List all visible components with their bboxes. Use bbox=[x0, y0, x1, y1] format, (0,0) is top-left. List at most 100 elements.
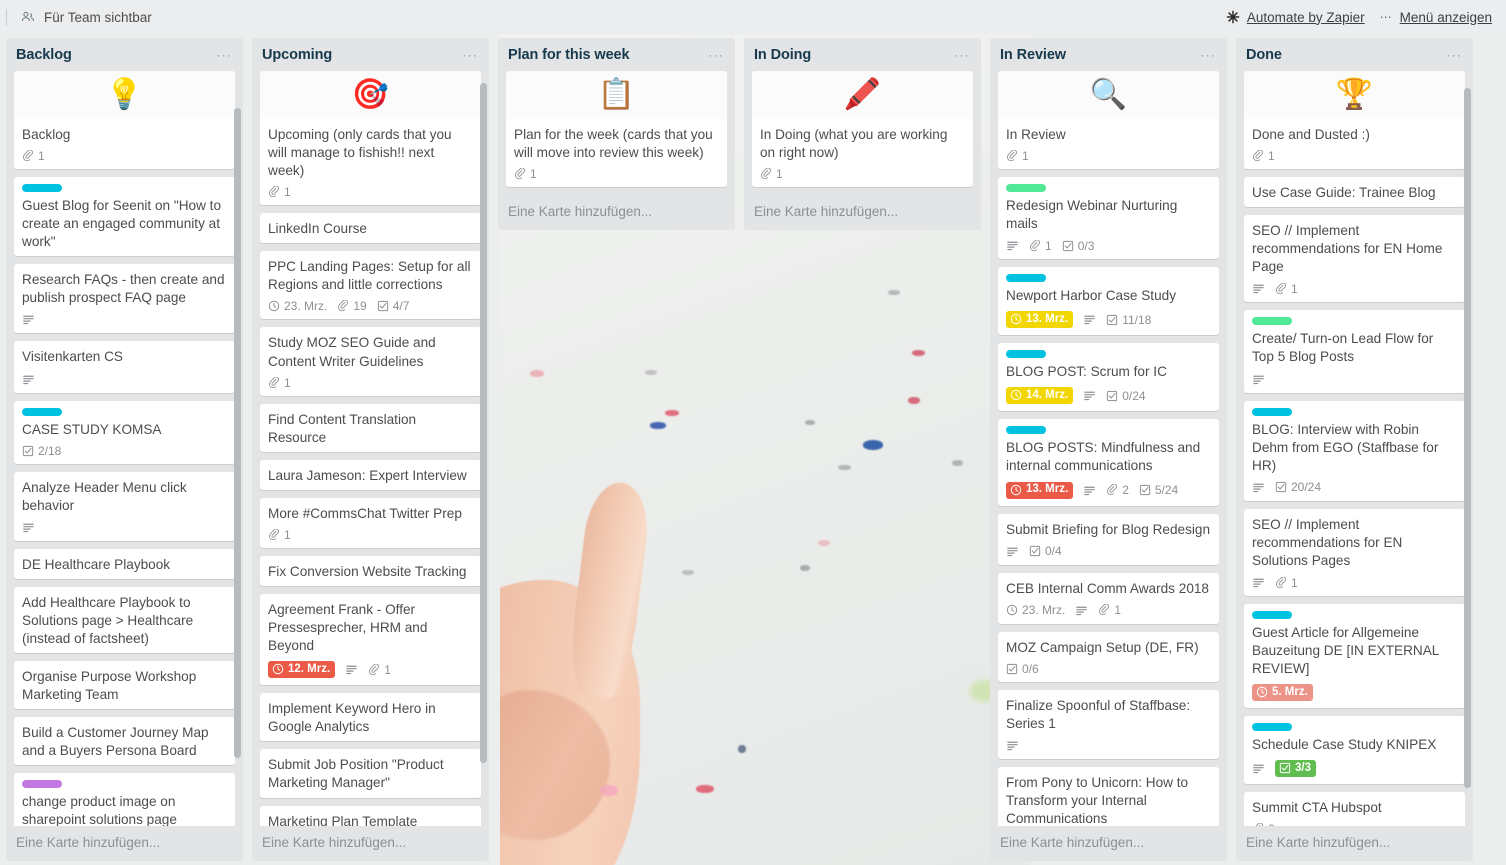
card[interactable]: Marketing Plan Template bbox=[260, 805, 481, 826]
card[interactable]: From Pony to Unicorn: How to Transform y… bbox=[998, 766, 1219, 826]
badge-checklist: 5/24 bbox=[1139, 484, 1178, 496]
card[interactable]: Find Content Translation Resource bbox=[260, 403, 481, 452]
card[interactable]: Create/ Turn-on Lead Flow for Top 5 Blog… bbox=[1244, 310, 1465, 393]
card[interactable]: 🖍️ In Doing (what you are working on righ… bbox=[752, 71, 973, 188]
list-scrollbar[interactable] bbox=[480, 83, 487, 763]
list-menu-button[interactable]: ··· bbox=[1443, 48, 1465, 62]
card-title: Guest Article for Allgemeine Bauzeitung … bbox=[1252, 625, 1439, 677]
checklist-icon bbox=[22, 445, 34, 457]
card[interactable]: Visitenkarten CS bbox=[14, 341, 235, 393]
card[interactable]: CASE STUDY KOMSA 2/18 bbox=[14, 400, 235, 464]
due-date-text: 13. Mrz. bbox=[1026, 482, 1069, 495]
card[interactable]: 🏆 Done and Dusted :) 1 bbox=[1244, 71, 1465, 170]
card[interactable]: BLOG POST: Scrum for IC 14. Mrz. 0/24 bbox=[998, 343, 1219, 412]
card-label-green[interactable] bbox=[1006, 184, 1046, 193]
card-title: CASE STUDY KOMSA bbox=[22, 421, 162, 437]
card-body: Visitenkarten CS bbox=[14, 341, 235, 392]
card[interactable]: SEO // Implement recommendations for EN … bbox=[1244, 508, 1465, 597]
card[interactable]: DE Healthcare Playbook bbox=[14, 548, 235, 579]
add-card-button[interactable]: Eine Karte hinzufügen... bbox=[990, 826, 1227, 861]
card[interactable]: Guest Article for Allgemeine Bauzeitung … bbox=[1244, 604, 1465, 709]
card[interactable]: CEB Internal Comm Awards 2018 23. Mrz. 1 bbox=[998, 572, 1219, 624]
card-label-cyan[interactable] bbox=[1006, 350, 1046, 359]
card[interactable]: Analyze Header Menu click behavior bbox=[14, 471, 235, 541]
list-scrollbar[interactable] bbox=[234, 108, 241, 758]
card-label-cyan[interactable] bbox=[22, 407, 62, 416]
card[interactable]: Redesign Webinar Nurturing mails 1 0/3 bbox=[998, 177, 1219, 260]
card[interactable]: 💡 Backlog 1 bbox=[14, 71, 235, 170]
card[interactable]: 🎯 Upcoming (only cards that you will mana… bbox=[260, 71, 481, 206]
list-title[interactable]: Backlog bbox=[16, 47, 72, 63]
add-card-button[interactable]: Eine Karte hinzufügen... bbox=[744, 195, 981, 230]
card[interactable]: More #CommsChat Twitter Prep 1 bbox=[260, 497, 481, 548]
card[interactable]: Add Healthcare Playbook to Solutions pag… bbox=[14, 586, 235, 654]
list-title[interactable]: In Doing bbox=[754, 47, 811, 63]
card[interactable]: 📋 Plan for the week (cards that you will … bbox=[506, 71, 727, 188]
card-title: MOZ Campaign Setup (DE, FR) bbox=[1006, 639, 1199, 655]
card[interactable]: Implement Keyword Hero in Google Analyti… bbox=[260, 693, 481, 742]
card[interactable]: SEO // Implement recommendations for EN … bbox=[1244, 215, 1465, 303]
card-label-cyan[interactable] bbox=[1006, 274, 1046, 283]
card[interactable]: change product image on sharepoint solut… bbox=[14, 773, 235, 826]
list-in-review: In Review ··· 🔍 In Review 1 Redesign Webinar … bbox=[990, 38, 1227, 861]
description-icon bbox=[1083, 389, 1096, 402]
show-menu-button[interactable]: ⋯ Menü anzeigen bbox=[1380, 10, 1492, 25]
card[interactable]: Study MOZ SEO Guide and Content Writer G… bbox=[260, 327, 481, 396]
due-date-text: 12. Mrz. bbox=[288, 662, 331, 675]
list-menu-button[interactable]: ··· bbox=[459, 48, 481, 62]
card[interactable]: 🔍 In Review 1 bbox=[998, 71, 1219, 170]
card[interactable]: Schedule Case Study KNIPEX 3/3 bbox=[1244, 716, 1465, 785]
card[interactable]: Summit CTA Hubspot2 bbox=[1244, 792, 1465, 826]
card[interactable]: Fix Conversion Website Tracking bbox=[260, 555, 481, 587]
checklist-count: 20/24 bbox=[1291, 480, 1322, 495]
list-menu-button[interactable]: ··· bbox=[951, 48, 973, 62]
list-title[interactable]: Done bbox=[1246, 47, 1282, 63]
card-label-cyan[interactable] bbox=[1006, 426, 1046, 435]
list-title[interactable]: Plan for this week bbox=[508, 47, 630, 63]
badge-attachment: 1 bbox=[1252, 150, 1275, 162]
list-menu-button[interactable]: ··· bbox=[705, 48, 727, 62]
card-label-cyan[interactable] bbox=[1252, 407, 1292, 416]
list-title[interactable]: In Review bbox=[1000, 47, 1066, 63]
add-card-button[interactable]: Eine Karte hinzufügen... bbox=[6, 826, 243, 861]
card[interactable]: LinkedIn Course bbox=[260, 213, 481, 244]
list-menu-button[interactable]: ··· bbox=[213, 48, 235, 62]
attachment-icon bbox=[514, 168, 526, 180]
card[interactable]: Research FAQs - then create and publish … bbox=[14, 264, 235, 334]
card[interactable]: Use Case Guide: Trainee Blog bbox=[1244, 177, 1465, 208]
description-icon bbox=[22, 521, 35, 534]
card-label-purple[interactable] bbox=[22, 780, 62, 789]
card[interactable]: BLOG: Interview with Robin Dehm from EGO… bbox=[1244, 400, 1465, 501]
list-menu-button[interactable]: ··· bbox=[1197, 48, 1219, 62]
card-body: In Review 1 bbox=[998, 119, 1219, 169]
card[interactable]: MOZ Campaign Setup (DE, FR) 0/6 bbox=[998, 631, 1219, 682]
add-card-button[interactable]: Eine Karte hinzufügen... bbox=[252, 826, 489, 861]
add-card-button[interactable]: Eine Karte hinzufügen... bbox=[498, 195, 735, 230]
card[interactable]: Organise Purpose Workshop Marketing Team bbox=[14, 661, 235, 710]
description-icon bbox=[1252, 762, 1265, 775]
card[interactable]: Agreement Frank - Offer Pressesprecher, … bbox=[260, 594, 481, 686]
card[interactable]: Submit Briefing for Blog Redesign 0/4 bbox=[998, 513, 1219, 565]
add-card-button[interactable]: Eine Karte hinzufügen... bbox=[1236, 826, 1473, 861]
card[interactable]: Finalize Spoonful of Staffbase: Series 1 bbox=[998, 689, 1219, 759]
card[interactable]: Build a Customer Journey Map and a Buyer… bbox=[14, 717, 235, 766]
card-label-cyan[interactable] bbox=[1252, 611, 1292, 620]
team-icon bbox=[21, 10, 35, 24]
card-label-cyan[interactable] bbox=[1252, 723, 1292, 732]
list-scrollbar[interactable] bbox=[1464, 88, 1471, 788]
card-body: BLOG POSTS: Mindfulness and internal com… bbox=[998, 419, 1219, 505]
card-label-cyan[interactable] bbox=[22, 184, 62, 193]
board-visibility[interactable]: Für Team sichtbar bbox=[6, 8, 152, 26]
card[interactable]: Guest Blog for Seenit on "How to create … bbox=[14, 177, 235, 257]
card-badges bbox=[22, 313, 227, 326]
card[interactable]: BLOG POSTS: Mindfulness and internal com… bbox=[998, 419, 1219, 506]
list-title[interactable]: Upcoming bbox=[262, 47, 332, 63]
card[interactable]: Submit Job Position "Product Marketing M… bbox=[260, 749, 481, 798]
card-label-green[interactable] bbox=[1252, 317, 1292, 326]
checklist-icon bbox=[1279, 762, 1291, 774]
automate-by-zapier-button[interactable]: Automate by Zapier bbox=[1226, 10, 1365, 25]
card[interactable]: PPC Landing Pages: Setup for all Regions… bbox=[260, 251, 481, 320]
card-title: More #CommsChat Twitter Prep bbox=[268, 505, 462, 521]
card[interactable]: Laura Jameson: Expert Interview bbox=[260, 459, 481, 490]
card[interactable]: Newport Harbor Case Study 13. Mrz. 11/18 bbox=[998, 267, 1219, 336]
